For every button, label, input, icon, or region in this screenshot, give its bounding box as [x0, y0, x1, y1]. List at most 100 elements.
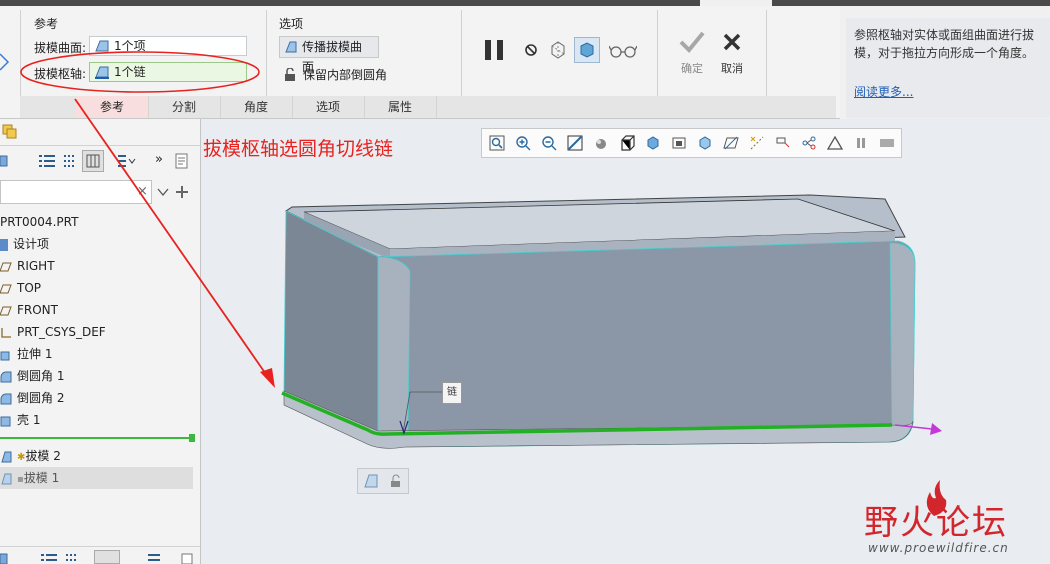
csys-display-icon[interactable] [801, 135, 817, 151]
propagate-icon [285, 41, 297, 53]
hinge-tag[interactable]: 链 [442, 382, 462, 404]
model-tree-tab-icon[interactable] [0, 552, 10, 564]
tree-item-label: RIGHT [17, 259, 55, 273]
spin-center-icon[interactable] [879, 135, 895, 151]
tree-doc-icon[interactable] [180, 553, 194, 564]
tree-item-label: 设计项 [13, 237, 50, 251]
lock-mini-icon[interactable] [387, 473, 405, 489]
confirm-label: 确定 [681, 62, 703, 75]
model-tree-tab-icon[interactable] [0, 153, 10, 169]
refit-icon[interactable] [489, 135, 505, 151]
verify-preview-icon [580, 42, 594, 58]
datum-plane-icon [0, 306, 12, 315]
tree-item-round-1[interactable]: 倒圆角 1 [0, 365, 64, 387]
layer-tree-icon[interactable] [2, 124, 18, 140]
tree-item-top[interactable]: TOP [0, 277, 41, 299]
keep-internal-rounds-option[interactable]: 保留内部倒圆角 [283, 66, 387, 84]
ribbon-separator [266, 10, 267, 96]
tree-item-shell[interactable]: 壳 1 [0, 409, 40, 431]
mini-toolbar [357, 468, 409, 494]
close-icon [723, 33, 741, 51]
tab-properties[interactable]: 属性 [364, 96, 437, 118]
tree-list-icon[interactable] [38, 153, 56, 169]
hinge-highlight-ellipse [20, 51, 260, 93]
help-text: 参照枢轴对实体或面组曲面进行拔模，对于拖拉方向形成一个角度。 [854, 28, 1035, 60]
perspective-icon[interactable] [671, 135, 687, 151]
tree-item-right[interactable]: RIGHT [0, 255, 55, 277]
tree-filter-icon[interactable] [64, 553, 78, 564]
tree-item-part[interactable]: PRT0004.PRT [0, 211, 78, 233]
propagate-surfaces-toggle[interactable]: 传播拔模曲面 [279, 36, 379, 74]
check-icon [679, 31, 705, 53]
repaint-icon[interactable] [567, 135, 583, 151]
ribbon-separator [657, 10, 658, 96]
keep-rounds-icon [285, 68, 295, 81]
annotation-display-icon[interactable] [827, 135, 843, 151]
annotation-arrow [74, 98, 275, 388]
tree-item-design-items[interactable]: 设计项 [0, 233, 49, 255]
zoom-out-icon[interactable] [541, 135, 557, 151]
extrude-icon [0, 351, 10, 360]
no-preview-icon[interactable] [524, 43, 538, 57]
ribbon-separator [461, 10, 462, 96]
design-items-icon [0, 238, 8, 251]
view-manager-icon[interactable] [645, 135, 661, 151]
plane-display-icon[interactable] [723, 135, 739, 151]
glasses-icon[interactable] [609, 43, 637, 59]
tree-item-label: 壳 1 [17, 413, 41, 427]
pause-icon[interactable] [484, 39, 508, 61]
tree-list-icon[interactable] [40, 553, 58, 564]
draft-icon [1, 451, 12, 462]
animation-pause-icon[interactable] [853, 135, 869, 151]
tree-item-label: 拔模 2 [25, 449, 61, 463]
ribbon-separator [766, 10, 767, 96]
tree-item-extrude[interactable]: 拉伸 1 [0, 343, 52, 365]
tree-item-draft-2[interactable]: ✱拔模 2 [0, 445, 61, 467]
display-style-icon[interactable] [593, 135, 609, 151]
round-icon [0, 393, 12, 404]
panel-divider [0, 546, 200, 547]
tree-settings-icon[interactable] [146, 553, 164, 564]
view-toolbar [481, 128, 902, 158]
preview-geometry-icon[interactable] [548, 40, 568, 60]
references-group-title: 参考 [34, 17, 59, 31]
csys-icon [1, 327, 11, 338]
verify-preview-button[interactable] [574, 37, 600, 63]
options-group-title: 选项 [279, 17, 304, 31]
saved-orientations-icon[interactable] [619, 135, 635, 151]
read-more-link[interactable]: 阅读更多... [854, 83, 913, 100]
active-feature-icon: ▪ [17, 474, 24, 485]
section-icon[interactable] [697, 135, 713, 151]
cancel-button[interactable]: 取消 [712, 26, 752, 78]
datum-plane-icon [0, 284, 12, 293]
cancel-label: 取消 [721, 62, 743, 75]
tree-item-front[interactable]: FRONT [0, 299, 58, 321]
ribbon-collapse-icon[interactable] [0, 50, 10, 74]
part-model[interactable] [270, 185, 950, 475]
round-icon [0, 371, 12, 382]
insert-here-indicator[interactable] [0, 437, 192, 439]
shell-icon [0, 416, 11, 426]
point-display-icon[interactable] [775, 135, 791, 151]
draft-icon [1, 473, 12, 484]
tree-item-label: FRONT [17, 303, 58, 317]
forum-url: www.proewildfire.cn [868, 541, 1009, 555]
axis-display-icon[interactable] [749, 135, 765, 151]
tree-item-label: 拉伸 1 [17, 347, 53, 361]
tree-item-label: 倒圆角 2 [17, 391, 65, 405]
keep-rounds-label: 保留内部倒圆角 [303, 68, 388, 82]
tree-item-draft-1[interactable]: ▪拔模 1 [0, 467, 59, 489]
tree-item-label: TOP [17, 281, 42, 295]
tree-columns-button[interactable] [94, 550, 120, 564]
zoom-in-icon[interactable] [515, 135, 531, 151]
tree-item-round-2[interactable]: 倒圆角 2 [0, 387, 64, 409]
forum-watermark: 野火论坛 [864, 503, 1008, 543]
tab-options[interactable]: 选项 [292, 96, 365, 118]
insert-indicator-handle[interactable] [189, 434, 195, 442]
tree-item-label: PRT0004.PRT [0, 215, 79, 229]
tree-item-label: 倒圆角 1 [17, 369, 65, 383]
confirm-button[interactable]: 确定 [672, 26, 712, 78]
datum-plane-icon [0, 262, 12, 271]
tree-item-label: 拔模 1 [23, 471, 60, 485]
draft-hinge-mini-icon[interactable] [363, 473, 381, 489]
